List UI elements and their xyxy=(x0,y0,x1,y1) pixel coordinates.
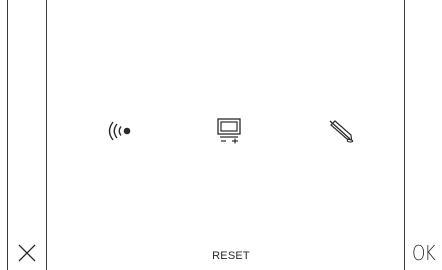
left-column-divider xyxy=(46,0,47,270)
reset-button[interactable]: RESET xyxy=(190,244,272,268)
reset-label: RESET xyxy=(212,250,250,262)
cancel-button[interactable] xyxy=(8,236,46,270)
display-setting-button[interactable] xyxy=(209,115,249,147)
ok-label: OK xyxy=(412,241,436,265)
close-icon xyxy=(18,244,36,262)
pen-calibrate-icon xyxy=(329,120,354,143)
settings-screen: RESET OK xyxy=(0,0,442,270)
left-edge-divider xyxy=(7,0,8,270)
pen-setting-button[interactable] xyxy=(321,115,361,147)
display-adjust-icon xyxy=(217,118,241,144)
ok-button[interactable]: OK xyxy=(405,236,442,270)
signal-strength-icon xyxy=(108,121,131,141)
signal-setting-button[interactable] xyxy=(101,115,141,147)
right-column-divider xyxy=(404,0,405,270)
